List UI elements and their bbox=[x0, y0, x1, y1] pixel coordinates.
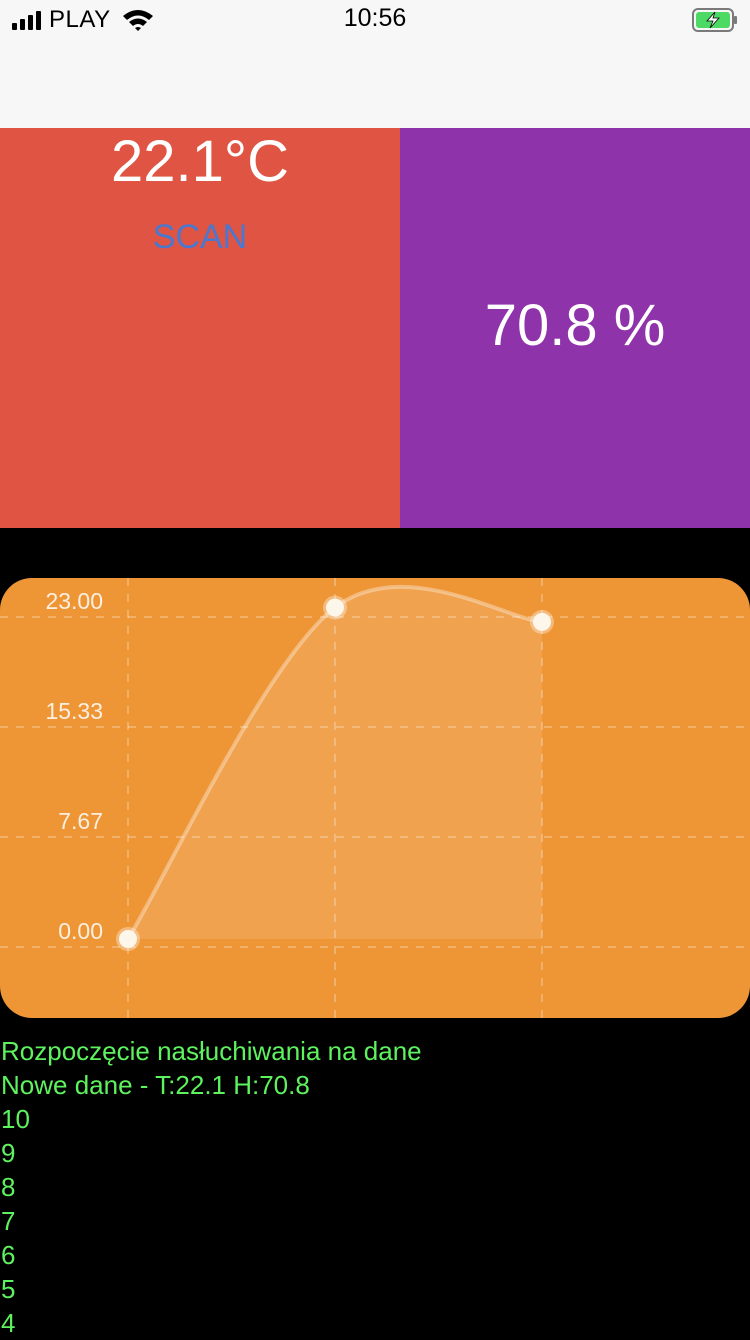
log-line: Rozpoczęcie nasłuchiwania na dane bbox=[1, 1036, 422, 1066]
log-line: 9 bbox=[1, 1138, 16, 1168]
temperature-value: 22.1°C bbox=[111, 129, 289, 194]
log-line: Nowe dane - T:22.1 H:70.8 bbox=[1, 1070, 310, 1100]
log-line: 10 bbox=[1, 1104, 30, 1134]
log-line: 7 bbox=[1, 1206, 16, 1236]
data-point bbox=[533, 612, 551, 631]
temperature-chart: 0.00 7.67 15.33 23.00 bbox=[0, 578, 750, 1018]
status-bar: PLAY 10:56 bbox=[0, 0, 750, 40]
y-tick-label: 0.00 bbox=[58, 918, 103, 944]
event-log: Rozpoczęcie nasłuchiwania na dane Nowe da… bbox=[1, 1034, 741, 1340]
status-time: 10:56 bbox=[343, 4, 407, 32]
y-tick-label: 15.33 bbox=[45, 698, 103, 724]
log-line: 4 bbox=[1, 1308, 16, 1338]
data-point bbox=[119, 930, 137, 948]
navigation-bar bbox=[0, 40, 750, 128]
humidity-tile: 70.8 % bbox=[400, 128, 750, 528]
log-line: 8 bbox=[1, 1172, 16, 1202]
humidity-value: 70.8 % bbox=[484, 293, 666, 358]
y-tick-label: 7.67 bbox=[58, 808, 103, 834]
data-point bbox=[326, 598, 344, 617]
chart-canvas: 0.00 7.67 15.33 23.00 bbox=[0, 578, 750, 1018]
scan-button[interactable]: SCAN bbox=[0, 218, 400, 257]
series-area bbox=[128, 586, 542, 939]
y-tick-label: 23.00 bbox=[45, 588, 103, 614]
log-line: 5 bbox=[1, 1274, 16, 1304]
battery-charging-icon bbox=[692, 8, 737, 32]
log-line: 6 bbox=[1, 1240, 16, 1270]
